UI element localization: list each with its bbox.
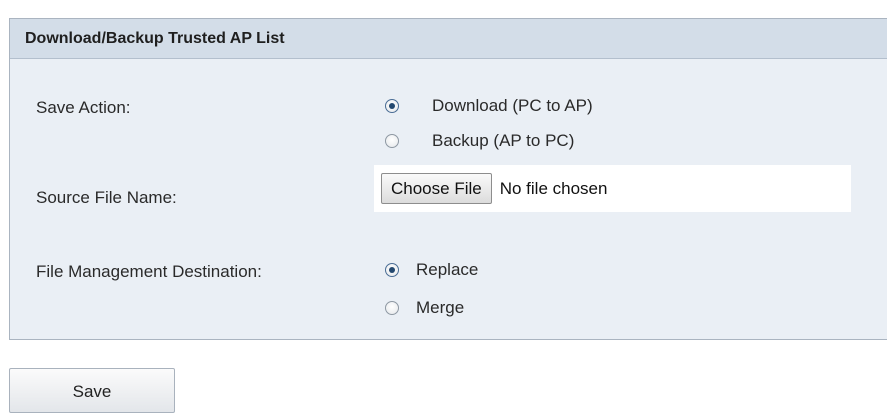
- radio-selected-dot: [389, 103, 395, 109]
- radio-option-replace[interactable]: Replace: [385, 260, 478, 280]
- save-action-label: Save Action:: [36, 98, 131, 117]
- source-file-label: Source File Name:: [36, 188, 177, 207]
- save-button[interactable]: Save: [9, 368, 175, 413]
- radio-selected-dot: [389, 267, 395, 273]
- radio-merge-label: Merge: [416, 298, 465, 317]
- radio-merge[interactable]: [385, 301, 399, 315]
- radio-replace[interactable]: [385, 263, 399, 277]
- radio-option-download[interactable]: Download (PC to AP): [385, 96, 593, 116]
- panel-title: Download/Backup Trusted AP List: [10, 19, 887, 59]
- radio-option-backup[interactable]: Backup (AP to PC): [385, 131, 574, 151]
- destination-label: File Management Destination:: [36, 262, 262, 281]
- file-input-area: Choose File No file chosen: [374, 165, 851, 212]
- radio-download-label: Download (PC to AP): [432, 96, 593, 115]
- radio-option-merge[interactable]: Merge: [385, 298, 464, 318]
- choose-file-button[interactable]: Choose File: [381, 173, 492, 204]
- radio-backup-label: Backup (AP to PC): [432, 131, 575, 150]
- radio-download[interactable]: [385, 99, 399, 113]
- file-status-text: No file chosen: [499, 178, 608, 198]
- radio-replace-label: Replace: [416, 260, 479, 279]
- radio-backup[interactable]: [385, 134, 399, 148]
